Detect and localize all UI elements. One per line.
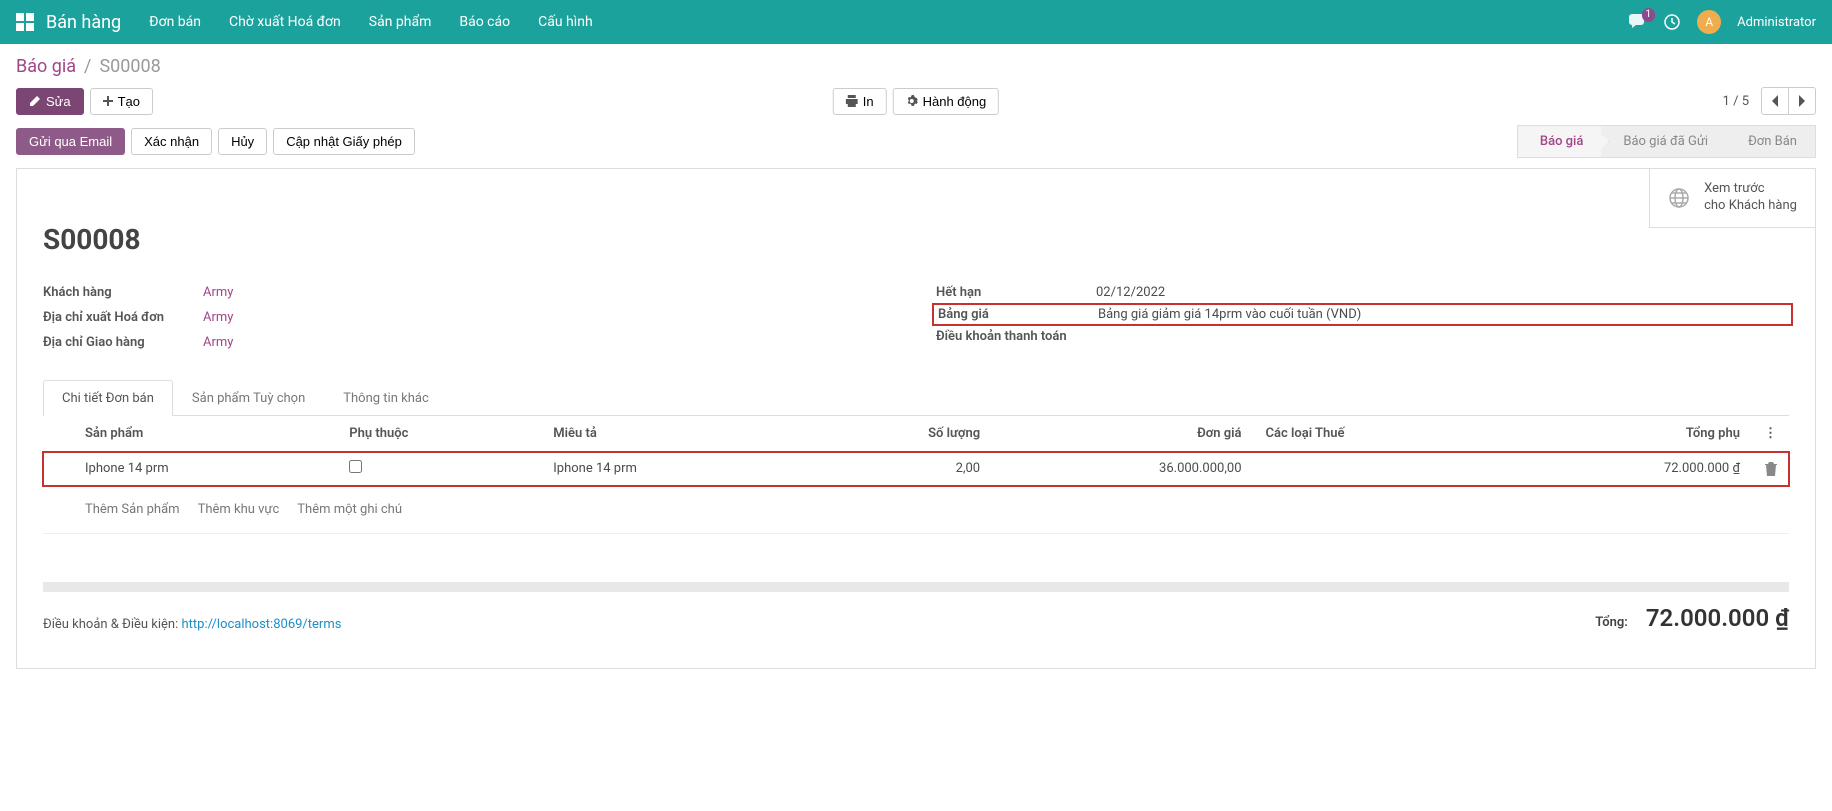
breadcrumb-sep: / (84, 56, 91, 77)
app-title: Bán hàng (46, 12, 121, 33)
create-label: Tạo (118, 94, 140, 109)
depends-checkbox[interactable] (349, 460, 362, 473)
nav-item[interactable]: Báo cáo (459, 14, 510, 30)
col-depends: Phụ thuộc (337, 416, 541, 452)
chat-badge: 1 (1642, 8, 1656, 22)
fields-left: Khách hàng Army Địa chỉ xuất Hoá đơn Arm… (43, 280, 896, 355)
print-icon (846, 95, 858, 107)
cell-taxes (1254, 452, 1507, 486)
fields-right: Hết hạn 02/12/2022 Bảng giá Bảng giá giả… (936, 280, 1789, 355)
breadcrumb: Báo giá / S00008 (16, 56, 1816, 77)
col-subtotal: Tổng phụ (1506, 416, 1752, 452)
separator-bar (43, 582, 1789, 592)
top-nav: Đơn bán Chờ xuất Hoá đơn Sản phẩm Báo cá… (149, 14, 593, 30)
nav-item[interactable]: Chờ xuất Hoá đơn (229, 14, 341, 30)
pencil-icon (29, 95, 41, 107)
avatar[interactable]: A (1697, 10, 1721, 34)
edit-label: Sửa (46, 94, 71, 109)
create-button[interactable]: Tạo (90, 88, 153, 115)
add-section-link[interactable]: Thêm khu vực (198, 502, 280, 517)
nav-item[interactable]: Đơn bán (149, 14, 201, 30)
field-label: Bảng giá (938, 307, 1098, 322)
globe-icon (1668, 187, 1690, 209)
cell-subtotal: 72.000.000 ₫ (1506, 452, 1752, 486)
payment-terms-value (1096, 329, 1789, 344)
field-label: Hết hạn (936, 285, 1096, 300)
col-menu-icon[interactable]: ⋮ (1752, 416, 1789, 452)
pager[interactable]: 1 / 5 (1723, 94, 1749, 109)
field-label: Địa chỉ xuất Hoá đơn (43, 310, 203, 325)
chevron-left-icon (1771, 95, 1779, 107)
pager-next[interactable] (1788, 87, 1816, 115)
update-license-button[interactable]: Cập nhật Giấy phép (273, 128, 415, 155)
edit-button[interactable]: Sửa (16, 88, 84, 115)
status-bar: Báo giá Báo giá đã Gửi Đơn Bán (1517, 125, 1816, 158)
total-value: 72.000.000 ₫ (1646, 604, 1789, 632)
breadcrumb-link[interactable]: Báo giá (16, 56, 76, 77)
tab-other-info[interactable]: Thông tin khác (324, 380, 447, 416)
customer-value[interactable]: Army (203, 285, 896, 300)
status-step[interactable]: Báo giá (1517, 125, 1602, 158)
col-product: Sản phẩm (73, 416, 337, 452)
cell-qty: 2,00 (806, 452, 993, 486)
chat-icon[interactable]: 1 (1629, 14, 1647, 30)
tab-optional-products[interactable]: Sản phẩm Tuỳ chọn (173, 380, 324, 416)
cell-product: Iphone 14 prm (73, 452, 337, 486)
apps-icon[interactable] (16, 13, 34, 31)
total-label: Tổng: (1595, 615, 1628, 630)
delivery-address-value[interactable]: Army (203, 335, 896, 350)
field-label: Địa chỉ Giao hàng (43, 335, 203, 350)
cancel-button[interactable]: Hủy (218, 128, 267, 155)
plus-icon (103, 96, 113, 106)
add-product-link[interactable]: Thêm Sản phẩm (85, 502, 180, 517)
table-row[interactable]: Iphone 14 prm Iphone 14 prm 2,00 36.000.… (43, 452, 1789, 486)
preview-line1: Xem trước (1704, 181, 1797, 198)
form-sheet: Xem trước cho Khách hàng S00008 Khách hà… (16, 168, 1816, 669)
tab-order-lines[interactable]: Chi tiết Đơn bán (43, 380, 173, 416)
topbar: Bán hàng Đơn bán Chờ xuất Hoá đơn Sản ph… (0, 0, 1832, 44)
col-description: Miêu tả (541, 416, 805, 452)
terms-link[interactable]: http://localhost:8069/terms (181, 617, 341, 632)
cell-description: Iphone 14 prm (541, 452, 805, 486)
customer-preview-button[interactable]: Xem trước cho Khách hàng (1649, 169, 1815, 228)
nav-item[interactable]: Sản phẩm (369, 14, 432, 30)
order-title: S00008 (43, 223, 1789, 256)
cell-unit-price: 36.000.000,00 (992, 452, 1253, 486)
preview-line2: cho Khách hàng (1704, 198, 1797, 215)
action-button[interactable]: Hành động (893, 88, 1000, 115)
action-label: Hành động (923, 94, 987, 109)
confirm-button[interactable]: Xác nhận (131, 128, 212, 155)
print-button[interactable]: In (833, 88, 887, 115)
username[interactable]: Administrator (1737, 15, 1816, 30)
cell-depends (337, 452, 541, 486)
field-label: Điều khoản thanh toán (936, 329, 1096, 344)
status-step[interactable]: Báo giá đã Gửi (1601, 125, 1726, 158)
delete-row-icon[interactable] (1752, 452, 1789, 486)
order-lines-table: Sản phẩm Phụ thuộc Miêu tả Số lượng Đơn … (43, 416, 1789, 534)
send-email-button[interactable]: Gửi qua Email (16, 128, 125, 155)
col-qty: Số lượng (806, 416, 993, 452)
col-taxes: Các loại Thuế (1254, 416, 1507, 452)
col-unit-price: Đơn giá (992, 416, 1253, 452)
nav-item[interactable]: Cấu hình (538, 14, 593, 30)
pager-prev[interactable] (1761, 87, 1789, 115)
add-note-link[interactable]: Thêm một ghi chú (297, 502, 402, 517)
terms-text: Điều khoản & Điều kiện: http://localhost… (43, 617, 341, 632)
breadcrumb-current: S00008 (99, 56, 160, 77)
activity-icon[interactable] (1663, 13, 1681, 31)
field-label: Khách hàng (43, 285, 203, 300)
status-step[interactable]: Đơn Bán (1726, 125, 1816, 158)
invoice-address-value[interactable]: Army (203, 310, 896, 325)
pricelist-value: Bảng giá giảm giá 14prm vào cuối tuần (V… (1098, 307, 1787, 322)
chevron-right-icon (1798, 95, 1806, 107)
gear-icon (906, 95, 918, 107)
expiry-value: 02/12/2022 (1096, 285, 1789, 300)
tabs: Chi tiết Đơn bán Sản phẩm Tuỳ chọn Thông… (43, 379, 1789, 416)
print-label: In (863, 94, 874, 109)
